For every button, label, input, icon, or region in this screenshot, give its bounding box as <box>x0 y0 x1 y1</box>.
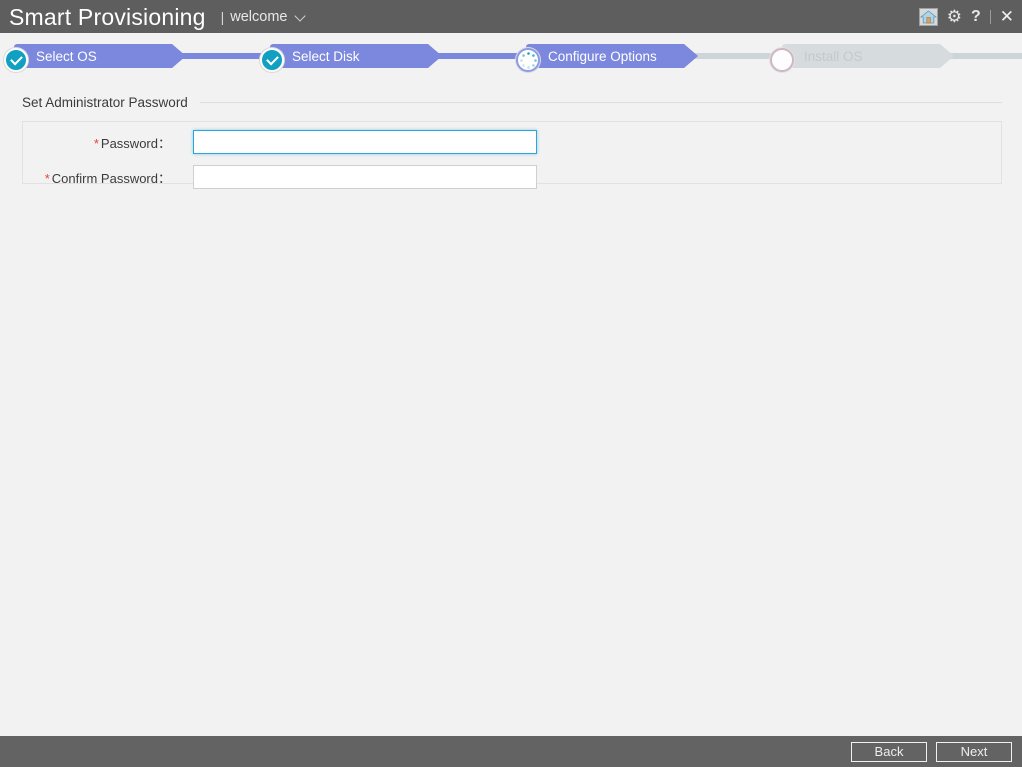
confirm-password-label: Confirm Password： <box>51 170 171 186</box>
step-label-1: Select OS <box>36 48 97 64</box>
required-asterisk-confirm: * <box>44 170 50 186</box>
toolbar-divider <box>989 9 991 24</box>
close-button[interactable]: ✕ <box>1000 8 1014 25</box>
app-title: Smart Provisioning <box>9 3 206 30</box>
spinner-icon <box>519 51 537 69</box>
footer-bar: Back Next <box>0 736 1022 767</box>
required-asterisk-password: * <box>93 135 99 151</box>
step-status-icon-3 <box>516 48 540 72</box>
page-title: Set Administrator Password <box>22 94 188 110</box>
next-button[interactable]: Next <box>936 741 1012 762</box>
password-label-group: * Password： <box>23 133 193 152</box>
form-panel: * Password： * Confirm Password： <box>22 121 1002 189</box>
password-form-section: Set Administrator Password * Password： * C… <box>22 92 1002 189</box>
title-separator: | <box>220 8 225 25</box>
wizard-steps-bar: Select OS Select Disk Configure Options <box>0 33 1022 79</box>
step-arrow-4 <box>940 44 954 68</box>
confirm-password-label-group: * Confirm Password： <box>23 168 193 187</box>
home-icon <box>918 7 938 26</box>
title-bar: Smart Provisioning | welcome ⚙ ? ✕ <box>0 0 1022 33</box>
step-status-icon-4 <box>770 48 794 72</box>
form-row-confirm-password: * Confirm Password： <box>23 165 1001 189</box>
sidebar-item-select-disk[interactable]: Select Disk <box>256 33 456 79</box>
titlebar-tools: ⚙ ? ✕ <box>918 7 1014 26</box>
home-icon-svg <box>919 9 937 23</box>
section-header: Set Administrator Password <box>22 92 1002 112</box>
step-status-icon-1 <box>4 48 28 72</box>
sidebar-item-configure-options[interactable]: Configure Options <box>512 33 712 79</box>
section-divider <box>199 101 1002 103</box>
password-label: Password： <box>100 135 171 151</box>
sidebar-item-select-os[interactable]: Select OS <box>0 33 200 79</box>
confirm-password-input[interactable] <box>193 165 537 189</box>
welcome-label: welcome <box>230 8 288 25</box>
form-row-password: * Password： <box>23 130 1001 154</box>
home-button[interactable] <box>918 7 938 26</box>
welcome-menu[interactable]: | welcome <box>221 9 308 25</box>
chevron-down-icon <box>296 11 307 22</box>
step-status-icon-2 <box>260 48 284 72</box>
back-button[interactable]: Back <box>851 741 927 762</box>
settings-button[interactable]: ⚙ <box>947 8 962 25</box>
step-label-3: Configure Options <box>548 48 657 64</box>
gear-icon: ⚙ <box>946 7 962 26</box>
step-label-4: Install OS <box>804 48 863 64</box>
step-arrow-2 <box>428 44 442 68</box>
step-arrow-3 <box>684 44 698 68</box>
sidebar-item-install-os[interactable]: Install OS <box>768 33 968 79</box>
step-arrow-1 <box>172 44 186 68</box>
help-button[interactable]: ? <box>970 7 981 25</box>
close-icon: ✕ <box>999 7 1014 26</box>
password-input[interactable] <box>193 130 537 154</box>
question-mark-icon: ? <box>970 7 981 25</box>
step-label-2: Select Disk <box>292 48 360 64</box>
